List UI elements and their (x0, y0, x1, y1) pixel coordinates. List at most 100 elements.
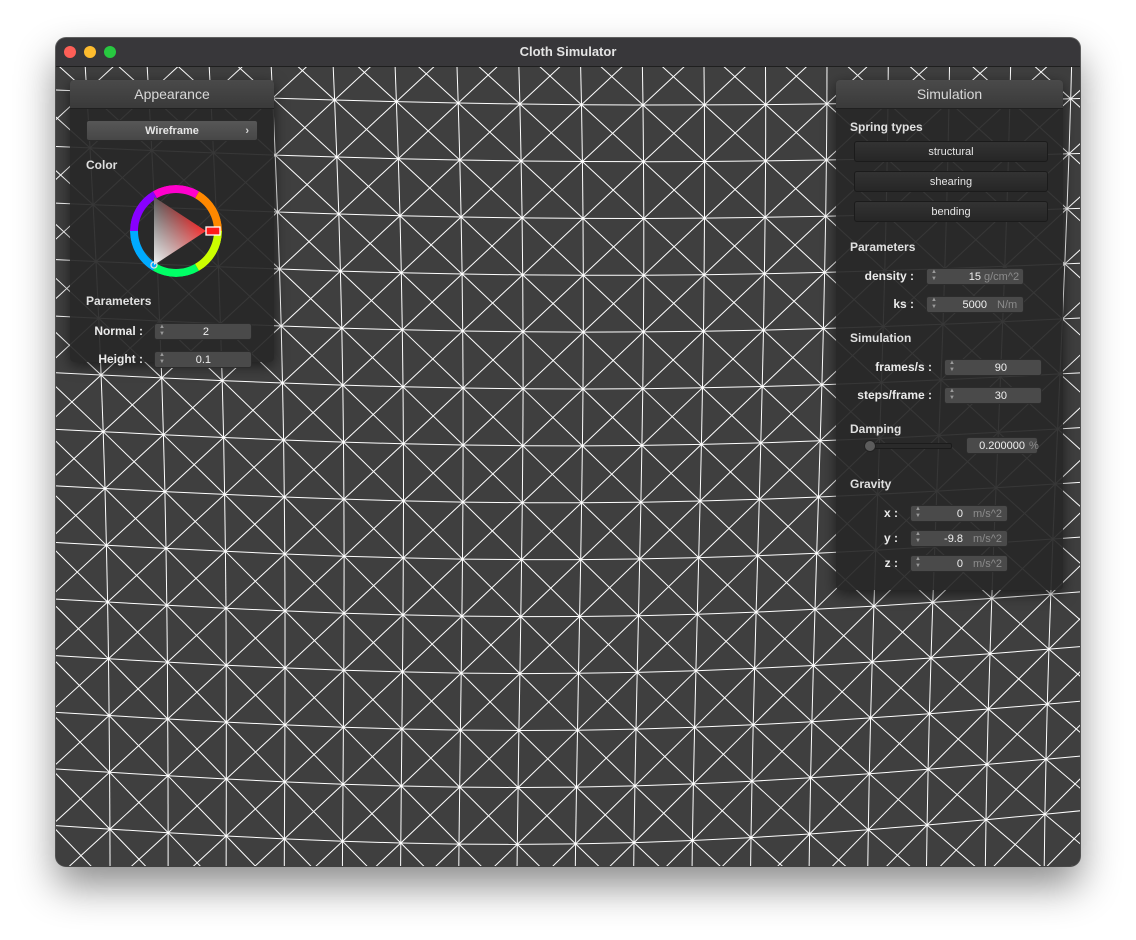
mesh-edge (1048, 648, 1080, 677)
mesh-edge (344, 555, 404, 559)
mesh-edge (764, 271, 825, 275)
mesh-edge (870, 713, 930, 719)
cloth-viewport[interactable]: Appearance Wireframe › Color Parameters … (56, 67, 1080, 866)
mesh-edge (609, 842, 635, 866)
density-input[interactable]: ▲ ▼ 15 g/cm^2 (926, 268, 1024, 285)
damping-slider[interactable] (866, 443, 952, 449)
mesh-edge (871, 602, 934, 663)
mesh-edge (462, 501, 523, 504)
mesh-edge (755, 555, 759, 613)
simulation-panel-header[interactable]: Simulation (836, 80, 1063, 109)
mesh-edge (927, 819, 987, 826)
spinner-arrows-icon[interactable]: ▲ ▼ (158, 352, 166, 367)
mesh-edge (109, 828, 147, 866)
mesh-edge (401, 329, 404, 387)
mesh-edge (399, 215, 402, 273)
mesh-edge (698, 500, 701, 558)
mesh-edge (635, 726, 695, 730)
mesh-edge (56, 542, 107, 546)
density-unit: g/cm^2 (984, 271, 1020, 283)
mesh-edge (163, 434, 224, 438)
mesh-edge (164, 491, 167, 549)
mesh-edge (462, 558, 522, 561)
mesh-edge (760, 386, 763, 443)
mesh-edge (1066, 208, 1080, 222)
mesh-edge (984, 819, 987, 866)
mesh-edge (284, 667, 344, 671)
mesh-edge (641, 443, 702, 446)
mesh-edge (164, 437, 224, 492)
mesh-edge (751, 724, 754, 782)
mesh-edge (494, 844, 518, 866)
mesh-edge (336, 156, 399, 160)
mesh-edge (341, 328, 344, 386)
shearing-spring-toggle[interactable]: shearing (854, 171, 1048, 192)
mesh-edge (459, 673, 462, 731)
mesh-edge (284, 726, 344, 783)
mesh-edge (691, 840, 693, 866)
appearance-panel-header[interactable]: Appearance (70, 80, 274, 109)
mesh-edge (704, 160, 766, 162)
mesh-edge (578, 671, 638, 674)
mesh-edge (765, 159, 827, 162)
mesh-edge (634, 783, 694, 787)
mesh-edge (56, 829, 92, 866)
mesh-edge (753, 721, 812, 726)
mesh-edge (580, 502, 583, 560)
gravity-z-input[interactable]: ▲ ▼ 0 m/s^2 (910, 555, 1008, 572)
color-wheel-icon[interactable] (128, 183, 224, 279)
mesh-edge (108, 715, 111, 773)
gravity-y-input[interactable]: ▲ ▼ -9.8 m/s^2 (910, 530, 1008, 547)
spinner-arrows-icon[interactable]: ▲ ▼ (948, 388, 956, 403)
mesh-edge (809, 829, 869, 835)
structural-spring-toggle[interactable]: structural (854, 141, 1048, 162)
mesh-edge (640, 500, 701, 503)
damping-slider-handle[interactable] (863, 440, 876, 452)
spinner-arrows-icon[interactable]: ▲ ▼ (948, 360, 956, 375)
damping-input[interactable]: 0.200000 % (966, 437, 1039, 454)
fps-input[interactable]: ▲ ▼ 90 (944, 359, 1042, 376)
mesh-edge (813, 605, 875, 666)
ks-input[interactable]: ▲ ▼ 5000 N/m (926, 296, 1024, 313)
mesh-edge (642, 67, 685, 106)
spinner-arrows-icon[interactable]: ▲ ▼ (914, 506, 922, 521)
mesh-edge (281, 325, 342, 329)
mesh-edge (165, 548, 168, 606)
mesh-edge (342, 783, 402, 787)
mesh-edge (808, 833, 811, 866)
mesh-edge (342, 840, 368, 866)
gravity-x-input[interactable]: ▲ ▼ 0 m/s^2 (910, 505, 1008, 522)
mesh-edge (519, 103, 522, 162)
mesh-edge (932, 597, 992, 603)
spinner-arrows-icon[interactable]: ▲ ▼ (158, 324, 166, 339)
spinner-arrows-icon[interactable]: ▲ ▼ (914, 556, 922, 571)
spinner-arrows-icon[interactable]: ▲ ▼ (930, 297, 938, 312)
mesh-edge (277, 211, 339, 215)
mesh-edge (762, 384, 822, 387)
mesh-edge (764, 160, 767, 218)
height-input[interactable]: ▲ ▼ 0.1 (154, 351, 252, 368)
spinner-arrows-icon[interactable]: ▲ ▼ (914, 531, 922, 546)
mesh-edge (763, 273, 765, 331)
mesh-edge (516, 844, 518, 866)
mesh-edge (700, 387, 703, 445)
mesh-edge (693, 780, 753, 785)
mesh-edge (315, 840, 343, 866)
mesh-edge (458, 102, 520, 105)
mesh-edge (811, 661, 873, 723)
bending-spring-toggle[interactable]: bending (854, 201, 1048, 222)
mesh-edge (402, 329, 463, 332)
mesh-edge (989, 593, 1052, 655)
mesh-edge (343, 669, 403, 673)
mesh-edge (102, 431, 106, 489)
normal-input[interactable]: ▲ ▼ 2 (154, 323, 252, 340)
mesh-edge (633, 842, 635, 866)
shader-select[interactable]: Wireframe › (86, 120, 258, 141)
mesh-edge (284, 498, 345, 555)
mesh-edge (872, 657, 932, 663)
mesh-edge (704, 273, 765, 276)
mesh-edge (518, 673, 521, 731)
steps-input[interactable]: ▲ ▼ 30 (944, 387, 1042, 404)
mesh-edge (1072, 67, 1080, 97)
spinner-arrows-icon[interactable]: ▲ ▼ (930, 269, 938, 284)
